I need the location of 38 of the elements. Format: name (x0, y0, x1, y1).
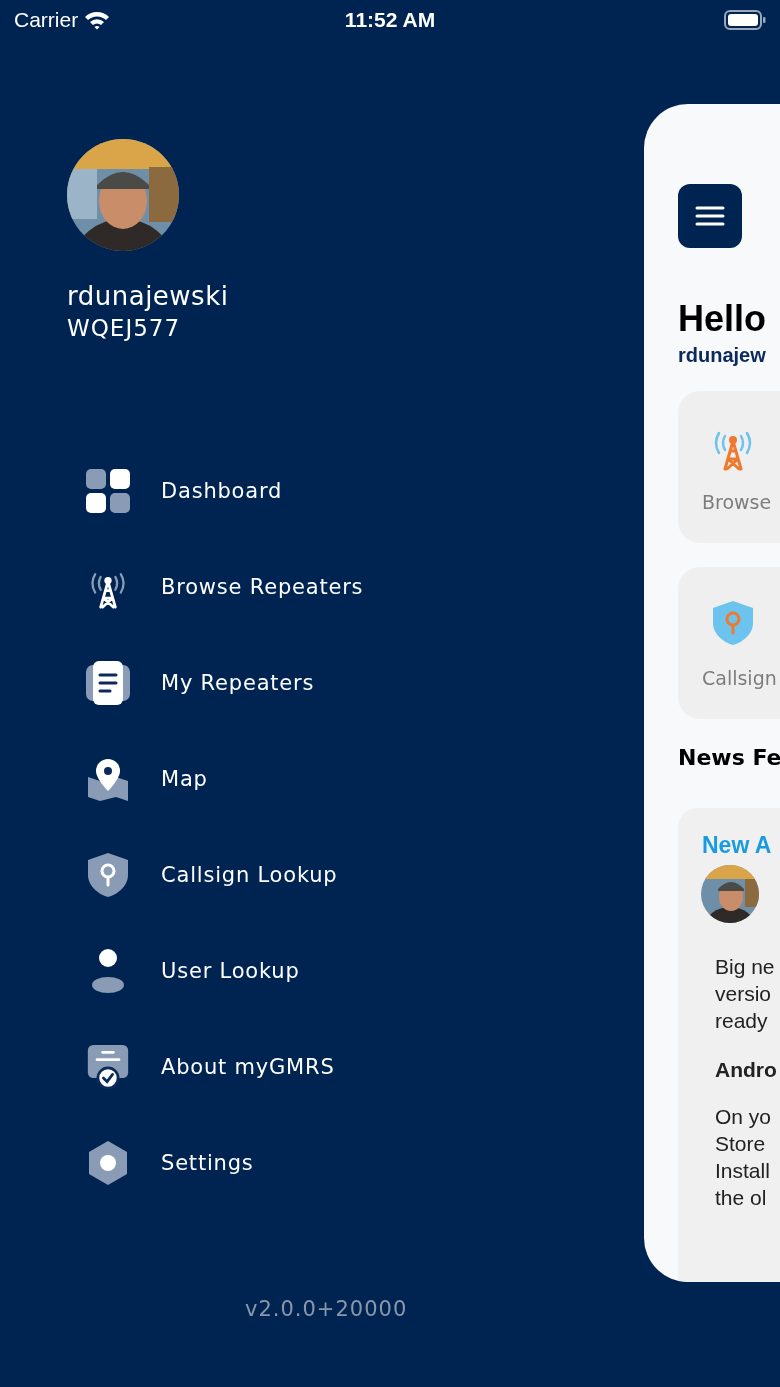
menu-icon (695, 206, 725, 226)
feature-tile[interactable]: Browse (678, 391, 780, 543)
callsign: WQEJ577 (67, 315, 182, 341)
post-text: Install (715, 1158, 771, 1184)
battery-icon (724, 10, 766, 30)
document-icon[interactable] (86, 661, 130, 705)
tile-label: Browse (702, 491, 772, 513)
status-time: 11:52 AM (344, 8, 436, 32)
tile-label: Callsign (702, 667, 777, 689)
section-title: News Fe (678, 745, 780, 770)
wifi-icon (84, 10, 111, 30)
post-text: ready (715, 1008, 769, 1034)
menu-item[interactable]: User Lookup (161, 959, 300, 983)
grid-icon[interactable] (86, 469, 130, 513)
carrier-label: Carrier (14, 8, 79, 32)
settings-icon[interactable] (86, 1141, 130, 1185)
username: rdunajew (678, 344, 767, 367)
post-text: versio (715, 981, 773, 1007)
username: rdunajewski (67, 281, 230, 311)
menu-item[interactable]: Callsign Lookup (161, 863, 338, 887)
post-text: Big ne (715, 954, 776, 980)
greeting: Hello (678, 298, 767, 340)
menu-button[interactable] (678, 184, 742, 248)
map-pin-icon[interactable] (86, 757, 130, 801)
post-text: Store (715, 1131, 767, 1157)
post-text: the ol (715, 1185, 768, 1211)
post-text: On yo (715, 1104, 773, 1130)
version-label: v2.0.0+20000 (245, 1297, 409, 1321)
menu-item[interactable]: About myGMRS (161, 1055, 335, 1079)
menu-item[interactable]: Dashboard (161, 479, 283, 503)
menu-item[interactable]: My Repeaters (161, 671, 315, 695)
menu-item[interactable]: Browse Repeaters (161, 575, 364, 599)
menu-item[interactable]: Map (161, 767, 208, 791)
post-heading: Andro (715, 1057, 778, 1083)
shield-icon[interactable] (86, 853, 130, 897)
certificate-icon[interactable] (86, 1045, 130, 1089)
feature-tile[interactable]: Callsign (678, 567, 780, 719)
menu-item[interactable]: Settings (161, 1151, 254, 1175)
